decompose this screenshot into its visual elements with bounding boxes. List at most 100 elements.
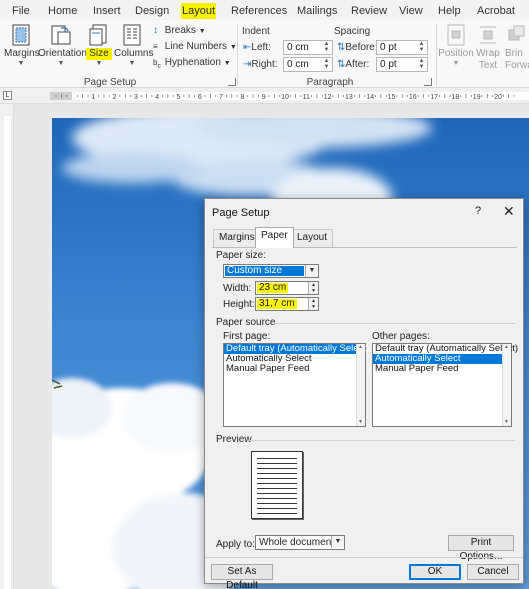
tab-margins[interactable]: Margins [213,229,261,247]
spacing-after-label: ⇅After: [337,59,370,70]
ribbon-tab-bar: File Home Insert Design Layout Reference… [0,0,529,22]
tab-help[interactable]: Help [437,3,462,19]
tab-page-layout[interactable]: Layout [291,229,334,247]
chevron-down-icon: ▼ [57,60,65,67]
chevron-down-icon: ▼ [223,60,231,67]
ruler-number: 11 [303,94,310,101]
margins-label: Margins [4,48,40,59]
tab-acrobat[interactable]: Acrobat [476,3,516,19]
print-options-button[interactable]: Print Options... [448,535,514,562]
wrap-text-button[interactable]: Wrap Text [474,24,502,72]
ruler-number: 7 [219,94,223,101]
size-button[interactable]: Size ▼ [86,24,112,68]
vertical-ruler[interactable] [0,104,14,589]
ruler-number: 10 [281,94,289,101]
chevron-down-icon: ▼ [128,60,136,67]
position-button[interactable]: Position ▼ [438,24,474,68]
spacing-after-input[interactable]: 0 pt ▲ ▼ [376,57,428,72]
indent-left-input[interactable]: 0 cm ▲ ▼ [283,40,333,55]
bring-forward-label-line2: Forwa [505,60,529,71]
chevron-down-icon: ▼ [229,44,237,51]
bring-forward-icon [508,25,525,41]
footer-divider [205,557,523,558]
width-input[interactable]: 23 cm ▲ ▼ [255,281,319,295]
position-label: Position [438,48,474,59]
hyphenation-button[interactable]: bc Hyphenation ▼ [153,56,231,74]
spinner-arrows-icon[interactable]: ▲ ▼ [417,58,426,71]
chevron-down-icon: ▼ [17,60,25,67]
line-numbers-label: Line Numbers [164,41,228,52]
line-numbers-button[interactable]: ≡ Line Numbers ▼ [153,40,237,55]
bring-forward-button[interactable]: Brin Forwa [505,24,529,72]
columns-button[interactable]: Columns ▼ [114,24,153,68]
list-item[interactable]: Manual Paper Feed [224,364,365,374]
group-divider [237,24,238,86]
size-icon [89,24,107,46]
spacing-before-input[interactable]: 0 pt ▲ ▼ [376,40,428,55]
wrap-text-icon [480,26,496,44]
tab-review[interactable]: Review [350,3,388,19]
cancel-button[interactable]: Cancel [467,564,519,580]
chevron-down-icon[interactable]: ▼ [331,536,344,548]
horizontal-ruler[interactable]: L 1 2 3 4 5 6 7 8 9 10 11 12 13 14 15 16 17 18 19 20 [0,88,529,104]
spinner-arrows-icon[interactable]: ▲ ▼ [322,58,331,71]
ruler-number: 18 [452,94,460,101]
spinner-arrows-icon[interactable]: ▲ ▼ [308,298,318,310]
orientation-button[interactable]: Orientation ▼ [38,24,87,68]
tab-home[interactable]: Home [47,3,78,19]
scrollbar[interactable] [502,344,511,426]
tab-layout[interactable]: Layout [181,3,217,22]
scrollbar[interactable] [356,344,365,426]
section-divider [249,440,515,441]
ok-button[interactable]: OK [409,564,461,580]
spacing-before-label: ⇅Before: [337,42,378,53]
paragraph-launcher-icon[interactable] [424,78,432,86]
height-label: Height: [223,299,255,310]
spinner-arrows-icon[interactable]: ▲ ▼ [322,41,331,54]
first-page-list[interactable]: Default tray (Automatically Select) Auto… [223,343,369,427]
tab-design[interactable]: Design [134,3,170,19]
spinner-arrows-icon[interactable]: ▲ ▼ [417,41,426,54]
apply-to-select[interactable]: Whole document ▼ [255,535,345,550]
chevron-down-icon: ▼ [95,60,103,67]
paper-size-select[interactable]: Custom size ▼ [223,264,319,278]
ruler-number: 15 [388,94,396,101]
ruler-number: 13 [345,94,353,101]
spinner-arrows-icon[interactable]: ▲ ▼ [308,282,318,294]
width-label: Width: [223,283,252,294]
ruler-number: 5 [177,94,181,101]
orientation-icon [51,25,71,45]
tab-paper[interactable]: Paper [255,227,294,248]
page-setup-launcher-icon[interactable] [228,78,236,86]
ruler-number: 6 [198,94,202,101]
indent-right-input[interactable]: 0 cm ▲ ▼ [283,57,333,72]
margins-button[interactable]: Margins ▼ [4,24,40,68]
tab-insert[interactable]: Insert [92,3,122,19]
tab-references[interactable]: References [230,3,288,19]
set-as-default-button[interactable]: Set As Default [211,564,273,589]
tab-view[interactable]: View [398,3,424,19]
tab-file[interactable]: File [11,3,31,19]
list-item[interactable]: Manual Paper Feed [373,364,511,374]
bring-forward-label-line1: Brin [505,48,523,59]
help-icon[interactable]: ? [475,205,481,217]
hyphenation-label: Hyphenation [164,57,221,68]
paper-size-value: Custom size [225,266,304,276]
page-preview [251,451,303,519]
first-page-label: First page: [223,331,271,342]
paragraph-group-label: Paragraph [306,77,354,88]
close-icon[interactable]: ✕ [503,203,515,220]
page-setup-dialog: Page Setup ? ✕ Margins Paper Layout Pape… [204,198,524,589]
tab-mailings[interactable]: Mailings [296,3,338,19]
ruler-number: 8 [240,94,244,101]
height-input[interactable]: 31,7 cm ▲ ▼ [255,297,319,311]
paper-size-label: Paper size: [216,250,267,261]
ruler-number: 16 [409,94,417,101]
ruler-number: 19 [473,94,481,101]
hyphenation-icon: bc [153,58,161,70]
breaks-button[interactable]: ↕ Breaks ▼ [153,24,206,39]
tab-selector-icon[interactable]: L [3,91,12,100]
other-pages-list[interactable]: Default tray (Automatically Select) Auto… [372,343,518,427]
position-icon [447,24,465,46]
chevron-down-icon[interactable]: ▼ [305,265,318,277]
